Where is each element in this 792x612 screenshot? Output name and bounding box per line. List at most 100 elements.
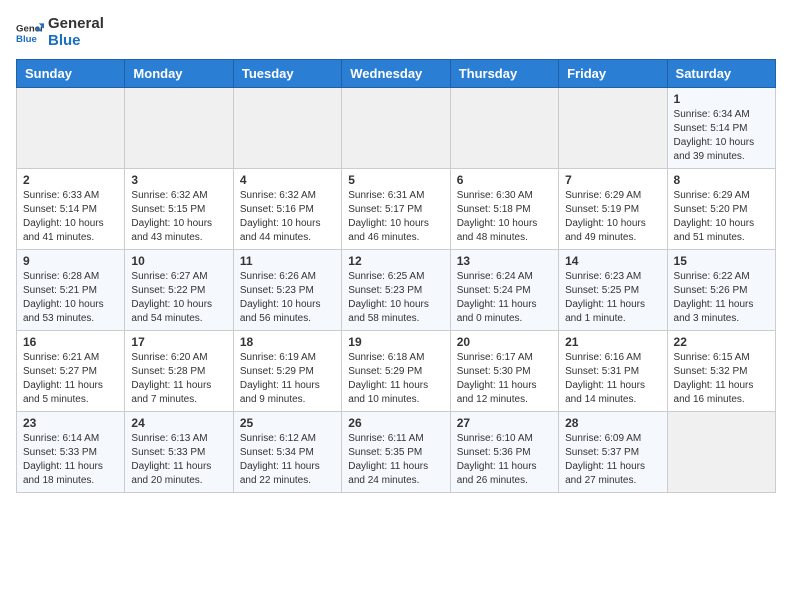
day-info: Sunrise: 6:32 AM Sunset: 5:16 PM Dayligh…	[240, 189, 335, 245]
day-number: 6	[457, 173, 552, 187]
day-number: 2	[23, 173, 118, 187]
logo-icon: General Blue	[16, 19, 44, 47]
day-number: 26	[348, 416, 443, 430]
week-row-1: 1 Sunrise: 6:34 AM Sunset: 5:14 PM Daylig…	[17, 88, 776, 169]
day-info: Sunrise: 6:19 AM Sunset: 5:29 PM Dayligh…	[240, 351, 335, 407]
day-cell: 27Sunrise: 6:10 AM Sunset: 5:36 PM Dayli…	[450, 412, 558, 493]
day-number: 3	[131, 173, 226, 187]
day-number: 7	[565, 173, 660, 187]
day-info: Sunrise: 6:25 AM Sunset: 5:23 PM Dayligh…	[348, 270, 443, 326]
day-info: Sunrise: 6:18 AM Sunset: 5:29 PM Dayligh…	[348, 351, 443, 407]
day-info: Sunrise: 6:32 AM Sunset: 5:15 PM Dayligh…	[131, 189, 226, 245]
column-header-sunday: Sunday	[17, 60, 125, 88]
day-cell	[233, 88, 341, 169]
day-info: Sunrise: 6:21 AM Sunset: 5:27 PM Dayligh…	[23, 351, 118, 407]
day-cell: 17 Sunrise: 6:20 AM Sunset: 5:28 PM Dayli…	[125, 331, 233, 412]
week-row-5: 23 Sunrise: 6:14 AM Sunset: 5:33 PM Dayli…	[17, 412, 776, 493]
day-number: 28	[565, 416, 660, 430]
logo-blue-text: Blue	[48, 33, 104, 50]
logo: General Blue General Blue	[16, 16, 104, 49]
day-number: 1	[674, 92, 769, 106]
day-cell	[125, 88, 233, 169]
day-number: 10	[131, 254, 226, 268]
day-number: 19	[348, 335, 443, 349]
day-info: Sunrise: 6:23 AM Sunset: 5:25 PM Dayligh…	[565, 270, 660, 326]
column-header-thursday: Thursday	[450, 60, 558, 88]
logo-general-text: General	[48, 16, 104, 33]
day-cell: 21Sunrise: 6:16 AM Sunset: 5:31 PM Dayli…	[559, 331, 667, 412]
day-info: Sunrise: 6:20 AM Sunset: 5:28 PM Dayligh…	[131, 351, 226, 407]
day-info: Sunrise: 6:09 AM Sunset: 5:37 PM Dayligh…	[565, 432, 660, 488]
column-header-tuesday: Tuesday	[233, 60, 341, 88]
day-cell: 25 Sunrise: 6:12 AM Sunset: 5:34 PM Dayli…	[233, 412, 341, 493]
svg-text:Blue: Blue	[16, 33, 37, 44]
day-number: 12	[348, 254, 443, 268]
day-info: Sunrise: 6:15 AM Sunset: 5:32 PM Dayligh…	[674, 351, 769, 407]
day-cell: 11 Sunrise: 6:26 AM Sunset: 5:23 PM Dayli…	[233, 250, 341, 331]
day-cell: 4 Sunrise: 6:32 AM Sunset: 5:16 PM Daylig…	[233, 169, 341, 250]
calendar-table: SundayMondayTuesdayWednesdayThursdayFrid…	[16, 59, 776, 493]
day-number: 23	[23, 416, 118, 430]
day-info: Sunrise: 6:31 AM Sunset: 5:17 PM Dayligh…	[348, 189, 443, 245]
day-cell: 9Sunrise: 6:28 AM Sunset: 5:21 PM Daylig…	[17, 250, 125, 331]
day-cell: 12 Sunrise: 6:25 AM Sunset: 5:23 PM Dayli…	[342, 250, 450, 331]
calendar-header-row: SundayMondayTuesdayWednesdayThursdayFrid…	[17, 60, 776, 88]
day-info: Sunrise: 6:29 AM Sunset: 5:19 PM Dayligh…	[565, 189, 660, 245]
day-cell: 20 Sunrise: 6:17 AM Sunset: 5:30 PM Dayli…	[450, 331, 558, 412]
day-info: Sunrise: 6:12 AM Sunset: 5:34 PM Dayligh…	[240, 432, 335, 488]
svg-text:General: General	[16, 23, 44, 34]
day-info: Sunrise: 6:14 AM Sunset: 5:33 PM Dayligh…	[23, 432, 118, 488]
day-cell: 1 Sunrise: 6:34 AM Sunset: 5:14 PM Daylig…	[667, 88, 775, 169]
day-number: 16	[23, 335, 118, 349]
day-cell: 5 Sunrise: 6:31 AM Sunset: 5:17 PM Daylig…	[342, 169, 450, 250]
day-cell	[17, 88, 125, 169]
day-number: 11	[240, 254, 335, 268]
week-row-2: 2 Sunrise: 6:33 AM Sunset: 5:14 PM Daylig…	[17, 169, 776, 250]
column-header-saturday: Saturday	[667, 60, 775, 88]
day-cell: 10 Sunrise: 6:27 AM Sunset: 5:22 PM Dayli…	[125, 250, 233, 331]
day-info: Sunrise: 6:33 AM Sunset: 5:14 PM Dayligh…	[23, 189, 118, 245]
week-row-4: 16 Sunrise: 6:21 AM Sunset: 5:27 PM Dayli…	[17, 331, 776, 412]
day-cell	[667, 412, 775, 493]
day-info: Sunrise: 6:17 AM Sunset: 5:30 PM Dayligh…	[457, 351, 552, 407]
day-cell: 24 Sunrise: 6:13 AM Sunset: 5:33 PM Dayli…	[125, 412, 233, 493]
day-cell: 2 Sunrise: 6:33 AM Sunset: 5:14 PM Daylig…	[17, 169, 125, 250]
day-info: Sunrise: 6:26 AM Sunset: 5:23 PM Dayligh…	[240, 270, 335, 326]
day-info: Sunrise: 6:24 AM Sunset: 5:24 PM Dayligh…	[457, 270, 552, 326]
day-cell: 23 Sunrise: 6:14 AM Sunset: 5:33 PM Dayli…	[17, 412, 125, 493]
day-cell: 13 Sunrise: 6:24 AM Sunset: 5:24 PM Dayli…	[450, 250, 558, 331]
day-cell: 7 Sunrise: 6:29 AM Sunset: 5:19 PM Daylig…	[559, 169, 667, 250]
day-info: Sunrise: 6:22 AM Sunset: 5:26 PM Dayligh…	[674, 270, 769, 326]
day-number: 4	[240, 173, 335, 187]
column-header-monday: Monday	[125, 60, 233, 88]
day-number: 20	[457, 335, 552, 349]
day-number: 14	[565, 254, 660, 268]
day-number: 17	[131, 335, 226, 349]
day-number: 15	[674, 254, 769, 268]
day-number: 18	[240, 335, 335, 349]
day-number: 24	[131, 416, 226, 430]
day-info: Sunrise: 6:13 AM Sunset: 5:33 PM Dayligh…	[131, 432, 226, 488]
day-info: Sunrise: 6:11 AM Sunset: 5:35 PM Dayligh…	[348, 432, 443, 488]
column-header-wednesday: Wednesday	[342, 60, 450, 88]
day-cell	[450, 88, 558, 169]
day-cell	[342, 88, 450, 169]
day-cell: 3 Sunrise: 6:32 AM Sunset: 5:15 PM Daylig…	[125, 169, 233, 250]
day-cell: 26 Sunrise: 6:11 AM Sunset: 5:35 PM Dayli…	[342, 412, 450, 493]
day-info: Sunrise: 6:34 AM Sunset: 5:14 PM Dayligh…	[674, 108, 769, 164]
day-cell: 14 Sunrise: 6:23 AM Sunset: 5:25 PM Dayli…	[559, 250, 667, 331]
day-number: 25	[240, 416, 335, 430]
day-cell: 8Sunrise: 6:29 AM Sunset: 5:20 PM Daylig…	[667, 169, 775, 250]
day-info: Sunrise: 6:16 AM Sunset: 5:31 PM Dayligh…	[565, 351, 660, 407]
day-number: 9	[23, 254, 118, 268]
day-info: Sunrise: 6:27 AM Sunset: 5:22 PM Dayligh…	[131, 270, 226, 326]
day-number: 22	[674, 335, 769, 349]
column-header-friday: Friday	[559, 60, 667, 88]
day-number: 5	[348, 173, 443, 187]
day-info: Sunrise: 6:29 AM Sunset: 5:20 PM Dayligh…	[674, 189, 769, 245]
day-cell: 19 Sunrise: 6:18 AM Sunset: 5:29 PM Dayli…	[342, 331, 450, 412]
day-info: Sunrise: 6:30 AM Sunset: 5:18 PM Dayligh…	[457, 189, 552, 245]
day-number: 27	[457, 416, 552, 430]
day-number: 13	[457, 254, 552, 268]
day-cell	[559, 88, 667, 169]
